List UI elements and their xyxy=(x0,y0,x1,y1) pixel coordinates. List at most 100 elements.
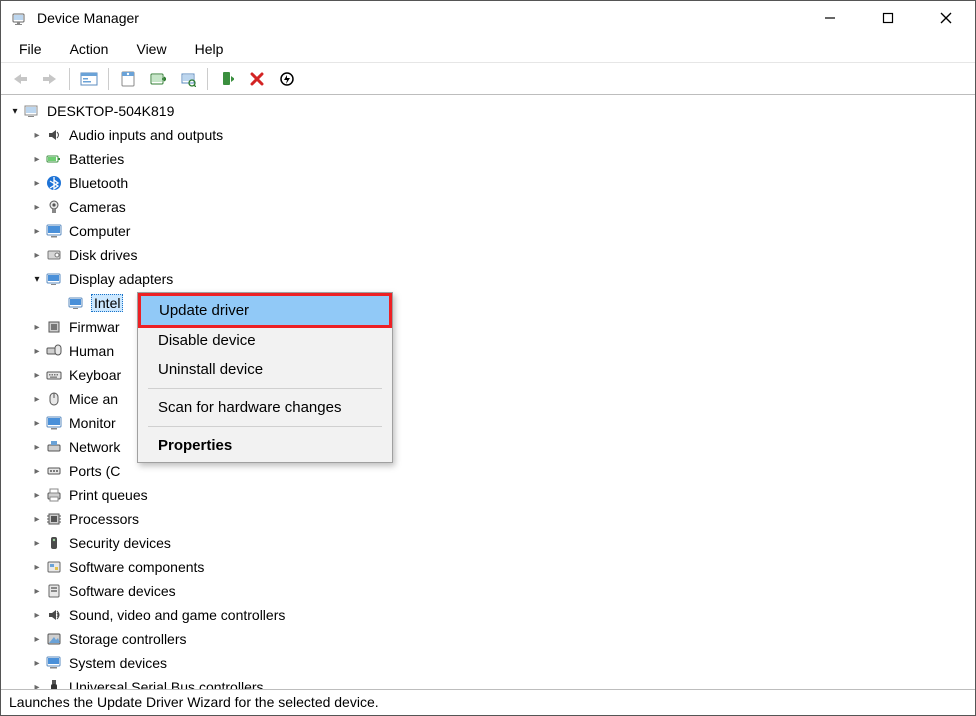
expand-icon[interactable]: ▸ xyxy=(29,490,45,501)
expand-icon[interactable]: ▸ xyxy=(29,322,45,333)
printer-icon xyxy=(45,486,63,504)
tree-label: Computer xyxy=(69,223,130,239)
tree-label: Ports (C xyxy=(69,463,120,479)
context-properties[interactable]: Properties xyxy=(140,431,390,460)
tree-label: Batteries xyxy=(69,151,124,167)
tree-label: System devices xyxy=(69,655,167,671)
monitor-icon xyxy=(45,222,63,240)
context-menu-separator xyxy=(148,388,382,389)
tree-label: Audio inputs and outputs xyxy=(69,127,223,143)
tree-node-sysdev[interactable]: ▸ System devices xyxy=(1,651,975,675)
context-menu-separator xyxy=(148,426,382,427)
show-hide-console-tree-button[interactable] xyxy=(76,67,102,91)
tree-node-usb[interactable]: ▸ Universal Serial Bus controllers xyxy=(1,675,975,689)
disk-icon xyxy=(45,246,63,264)
software-component-icon xyxy=(45,558,63,576)
tree-node-softdev[interactable]: ▸ Software devices xyxy=(1,579,975,603)
tree-label: Display adapters xyxy=(69,271,173,287)
menu-help[interactable]: Help xyxy=(185,37,242,61)
expand-icon[interactable]: ▸ xyxy=(29,658,45,669)
expand-icon[interactable]: ▸ xyxy=(29,226,45,237)
uninstall-device-button[interactable] xyxy=(244,67,270,91)
properties-button[interactable] xyxy=(115,67,141,91)
hid-icon xyxy=(45,342,63,360)
tree-node-batteries[interactable]: ▸ Batteries xyxy=(1,147,975,171)
monitor-icon xyxy=(45,414,63,432)
tree-node-softcomp[interactable]: ▸ Software components xyxy=(1,555,975,579)
battery-icon xyxy=(45,150,63,168)
close-button[interactable] xyxy=(917,1,975,35)
expand-icon[interactable]: ▸ xyxy=(29,466,45,477)
tree-label: Monitor xyxy=(69,415,116,431)
collapse-icon[interactable]: ▾ xyxy=(29,274,45,285)
tree-label: Print queues xyxy=(69,487,148,503)
back-button[interactable] xyxy=(7,67,33,91)
expand-icon[interactable]: ▸ xyxy=(29,154,45,165)
expand-icon[interactable]: ▸ xyxy=(29,634,45,645)
expand-icon[interactable]: ▸ xyxy=(29,250,45,261)
tree-node-printqueues[interactable]: ▸ Print queues xyxy=(1,483,975,507)
tree-label: Software devices xyxy=(69,583,176,599)
forward-button[interactable] xyxy=(37,67,63,91)
expand-icon[interactable]: ▸ xyxy=(29,562,45,573)
bluetooth-icon xyxy=(45,174,63,192)
window-controls xyxy=(801,1,975,35)
expand-icon[interactable]: ▸ xyxy=(29,418,45,429)
tree-node-bluetooth[interactable]: ▸ Bluetooth xyxy=(1,171,975,195)
context-scan-hardware[interactable]: Scan for hardware changes xyxy=(140,393,390,422)
maximize-button[interactable] xyxy=(859,1,917,35)
expand-icon[interactable]: ▸ xyxy=(29,538,45,549)
tree-node-audio[interactable]: ▸ Audio inputs and outputs xyxy=(1,123,975,147)
tree-label: Universal Serial Bus controllers xyxy=(69,679,264,689)
expand-icon[interactable]: ▾ xyxy=(7,106,23,117)
expand-icon[interactable]: ▸ xyxy=(29,346,45,357)
expand-icon[interactable]: ▸ xyxy=(29,370,45,381)
display-adapter-icon xyxy=(45,270,63,288)
tree-label: Bluetooth xyxy=(69,175,128,191)
enable-device-button[interactable] xyxy=(214,67,240,91)
tree-node-display[interactable]: ▾ Display adapters xyxy=(1,267,975,291)
computer-icon xyxy=(23,102,41,120)
context-menu-label: Uninstall device xyxy=(158,361,263,378)
menu-view[interactable]: View xyxy=(126,37,184,61)
tree-label: Intel xyxy=(94,295,120,311)
context-menu-label: Scan for hardware changes xyxy=(158,399,341,416)
tree-node-sound[interactable]: ▸ Sound, video and game controllers xyxy=(1,603,975,627)
context-menu-label: Properties xyxy=(158,437,232,454)
usb-icon xyxy=(45,678,63,689)
tree-root[interactable]: ▾ DESKTOP-504K819 xyxy=(1,99,975,123)
expand-icon[interactable]: ▸ xyxy=(29,514,45,525)
tree-node-storage[interactable]: ▸ Storage controllers xyxy=(1,627,975,651)
expand-icon[interactable]: ▸ xyxy=(29,130,45,141)
minimize-button[interactable] xyxy=(801,1,859,35)
expand-icon[interactable]: ▸ xyxy=(29,586,45,597)
tree-label: Firmwar xyxy=(69,319,120,335)
keyboard-icon xyxy=(45,366,63,384)
status-bar: Launches the Update Driver Wizard for th… xyxy=(1,689,975,715)
tree-label: Processors xyxy=(69,511,139,527)
expand-icon[interactable]: ▸ xyxy=(29,610,45,621)
camera-icon xyxy=(45,198,63,216)
context-uninstall-device[interactable]: Uninstall device xyxy=(140,355,390,384)
expand-icon[interactable]: ▸ xyxy=(29,178,45,189)
tree-node-computer[interactable]: ▸ Computer xyxy=(1,219,975,243)
menu-file[interactable]: File xyxy=(9,37,60,61)
update-driver-button[interactable] xyxy=(145,67,171,91)
tree-node-disk[interactable]: ▸ Disk drives xyxy=(1,243,975,267)
expand-icon[interactable]: ▸ xyxy=(29,442,45,453)
expand-icon[interactable]: ▸ xyxy=(29,394,45,405)
scan-hardware-button[interactable] xyxy=(175,67,201,91)
context-update-driver[interactable]: Update driver xyxy=(138,293,392,328)
ports-icon xyxy=(45,462,63,480)
disable-device-button[interactable] xyxy=(274,67,300,91)
tree-label: Keyboar xyxy=(69,367,121,383)
menu-action[interactable]: Action xyxy=(60,37,127,61)
tree-label: Disk drives xyxy=(69,247,137,263)
context-disable-device[interactable]: Disable device xyxy=(140,326,390,355)
tree-node-security[interactable]: ▸ Security devices xyxy=(1,531,975,555)
device-tree[interactable]: ▾ DESKTOP-504K819 ▸ Audio inputs and out… xyxy=(1,95,975,689)
expand-icon[interactable]: ▸ xyxy=(29,202,45,213)
expand-icon[interactable]: ▸ xyxy=(29,682,45,690)
tree-node-cameras[interactable]: ▸ Cameras xyxy=(1,195,975,219)
tree-node-processors[interactable]: ▸ Processors xyxy=(1,507,975,531)
